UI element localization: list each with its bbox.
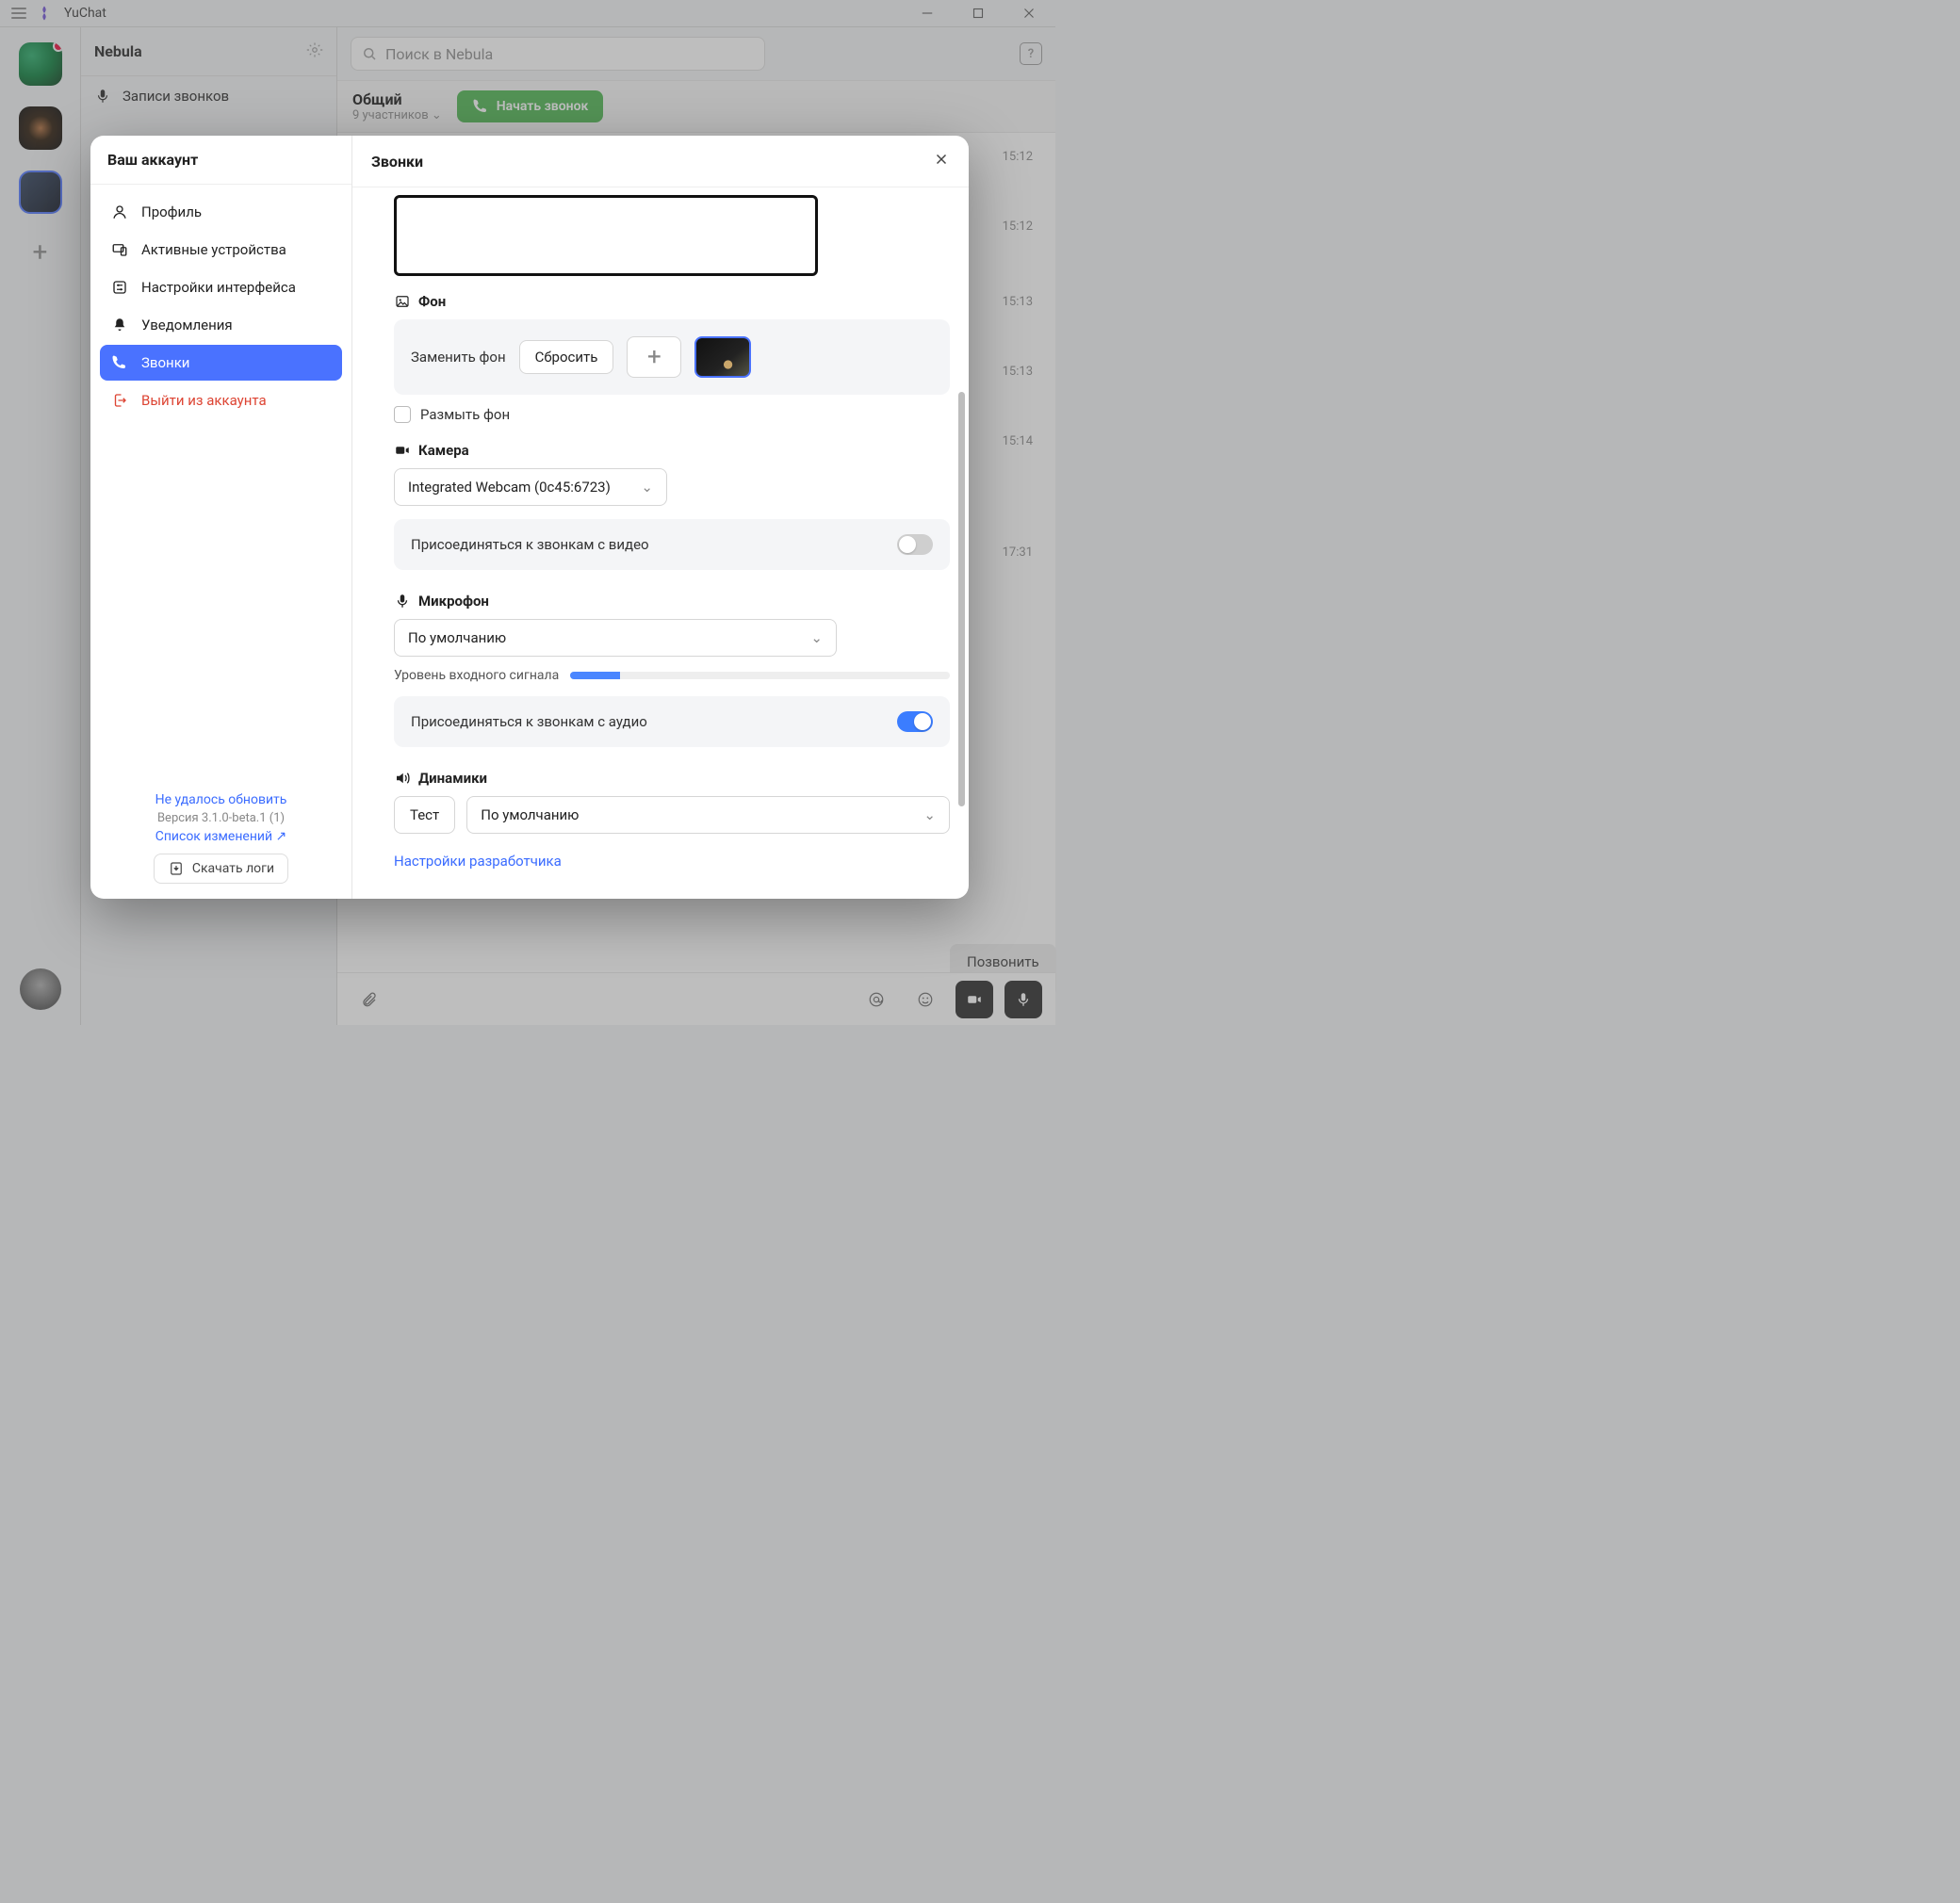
checkbox-icon [394, 406, 411, 423]
settings-panel-title: Звонки [371, 153, 423, 171]
update-failed-link[interactable]: Не удалось обновить [106, 792, 336, 807]
background-thumbnail[interactable] [694, 336, 751, 378]
speakers-select[interactable]: По умолчанию ⌄ [466, 796, 950, 834]
settings-modal: Ваш аккаунт Профиль Активные устройства … [90, 136, 969, 899]
changelog-link[interactable]: Список изменений ↗ [106, 829, 336, 844]
user-icon [111, 203, 128, 220]
download-icon [168, 860, 185, 877]
camera-icon [394, 442, 411, 459]
section-speakers-label: Динамики [418, 770, 487, 787]
sidebar-item-devices[interactable]: Активные устройства [100, 232, 342, 268]
bell-icon [111, 317, 128, 333]
devices-icon [111, 241, 128, 258]
join-with-audio-toggle[interactable] [897, 711, 933, 732]
sidebar-item-logout[interactable]: Выйти из аккаунта [100, 382, 342, 418]
logout-icon [111, 392, 128, 409]
sidebar-item-profile[interactable]: Профиль [100, 194, 342, 230]
add-background-button[interactable]: + [627, 336, 681, 378]
input-level-label: Уровень входного сигнала [394, 668, 559, 683]
camera-select[interactable]: Integrated Webcam (0c45:6723) ⌄ [394, 468, 667, 506]
settings-panel: Звонки Фон Заменить фон Сбросить + Размы… [352, 136, 969, 899]
blur-background-checkbox[interactable]: Размыть фон [394, 406, 950, 423]
close-icon[interactable] [933, 151, 950, 171]
image-icon [394, 293, 411, 310]
speaker-icon [394, 770, 411, 787]
sidebar-item-calls[interactable]: Звонки [100, 345, 342, 381]
settings-sidebar: Ваш аккаунт Профиль Активные устройства … [90, 136, 352, 899]
replace-background-label: Заменить фон [411, 349, 506, 366]
chevron-down-icon: ⌄ [923, 806, 936, 823]
sliders-icon [111, 279, 128, 296]
test-speakers-button[interactable]: Тест [394, 796, 455, 834]
section-mic-label: Микрофон [418, 593, 489, 610]
version-text: Версия 3.1.0-beta.1 (1) [106, 811, 336, 825]
chevron-down-icon: ⌄ [641, 479, 653, 496]
background-panel: Заменить фон Сбросить + [394, 319, 950, 395]
scrollbar[interactable] [958, 194, 965, 889]
sidebar-item-ui[interactable]: Настройки интерфейса [100, 269, 342, 305]
download-logs-button[interactable]: Скачать логи [154, 854, 288, 884]
chevron-down-icon: ⌄ [810, 629, 823, 646]
mic-icon [394, 593, 411, 610]
settings-sidebar-title: Ваш аккаунт [90, 136, 351, 185]
join-with-video-toggle[interactable] [897, 534, 933, 555]
video-preview [394, 195, 818, 276]
settings-footer: Не удалось обновить Версия 3.1.0-beta.1 … [90, 777, 351, 899]
developer-settings-link[interactable]: Настройки разработчика [394, 853, 950, 870]
section-background-label: Фон [418, 293, 446, 310]
input-level-meter [570, 672, 950, 679]
phone-icon [111, 354, 128, 371]
reset-background-button[interactable]: Сбросить [519, 340, 614, 374]
mic-select[interactable]: По умолчанию ⌄ [394, 619, 837, 657]
join-with-video-toggle-row: Присоединяться к звонкам с видео [394, 519, 950, 570]
sidebar-item-notifications[interactable]: Уведомления [100, 307, 342, 343]
join-with-audio-toggle-row: Присоединяться к звонкам с аудио [394, 696, 950, 747]
section-camera-label: Камера [418, 442, 469, 459]
